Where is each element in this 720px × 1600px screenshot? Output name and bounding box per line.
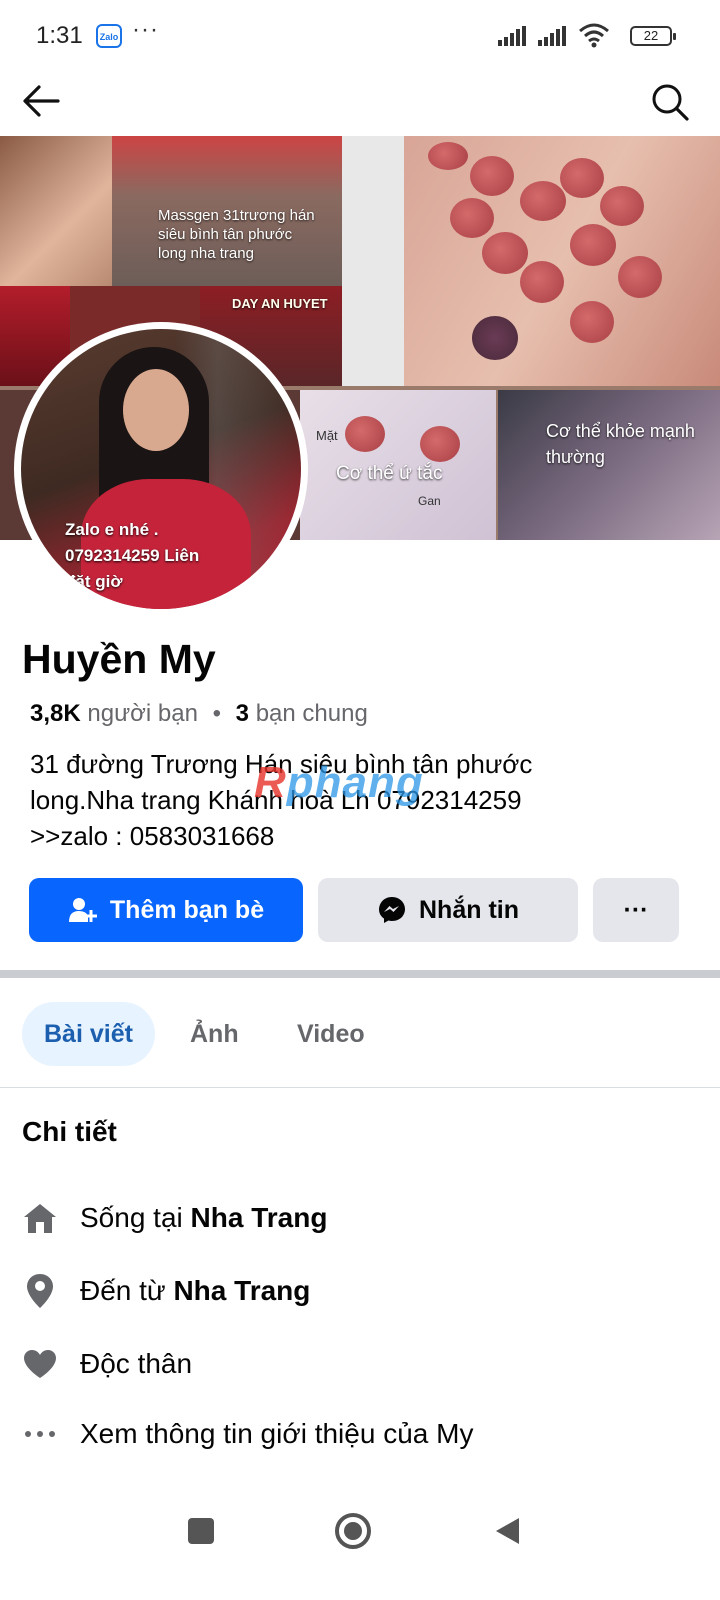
cover-spot (560, 158, 604, 198)
add-friend-button[interactable]: Thêm bạn bè (29, 878, 303, 942)
circle-home-icon (335, 1513, 371, 1549)
search-icon (652, 84, 689, 121)
status-time: 1:31 (36, 22, 83, 49)
cellular-signal-icon (498, 26, 526, 46)
detail-lives-in: Sống tại Nha Trang (0, 1190, 720, 1246)
details-title: Chi tiết (22, 1116, 117, 1147)
cover-spot (520, 261, 564, 303)
cover-caption: Gan (418, 494, 441, 508)
heart-icon (22, 1346, 58, 1382)
cover-tile (342, 136, 404, 386)
lives-place-link[interactable]: Nha Trang (191, 1202, 328, 1233)
message-label: Nhắn tin (419, 895, 519, 924)
detail-relationship: Độc thân (0, 1336, 720, 1392)
more-icon: ··· (623, 895, 649, 924)
watermark-logo: Rphang (254, 758, 424, 807)
location-pin-icon (22, 1273, 58, 1309)
lives-prefix: Sống tại (80, 1202, 183, 1233)
see-about-label: Xem thông tin giới thiệu của My (80, 1418, 474, 1449)
profile-name: Huyền My (22, 636, 216, 682)
cover-spot (345, 416, 385, 452)
cover-spot (428, 142, 468, 170)
cover-spot (600, 186, 644, 226)
zalo-notification-icon: Zalo (96, 24, 122, 48)
back-button[interactable] (18, 78, 72, 128)
tab-posts[interactable]: Bài viết (22, 1002, 155, 1066)
cover-caption: Cơ thể ứ tắc (336, 463, 443, 484)
cover-spot (420, 426, 460, 462)
cover-caption: Massgen 31trương hán siêu bình tân phước… (158, 207, 315, 262)
tab-photos[interactable]: Ảnh (190, 1002, 239, 1066)
home-button[interactable] (328, 1506, 378, 1556)
cover-spot (570, 301, 614, 343)
from-place-link[interactable]: Nha Trang (173, 1275, 310, 1306)
cover-spot (570, 224, 616, 266)
battery-icon: 22 (630, 26, 676, 46)
tab-video[interactable]: Video (297, 1002, 365, 1066)
cover-caption: Cơ thể khỏe mạnh thường (546, 421, 695, 467)
friends-summary[interactable]: 3,8K người bạn • 3 bạn chung (30, 700, 368, 728)
see-about-link[interactable]: Xem thông tin giới thiệu của My (0, 1406, 720, 1462)
status-bar: 1:31 Zalo ··· 22 (0, 0, 720, 72)
friends-count: 3,8K (30, 700, 81, 727)
tab-label: Bài viết (44, 1019, 133, 1048)
avatar-caption: Zalo e nhé . 0792314259 Liên đặt giờ (65, 520, 200, 591)
cover-spot (520, 181, 566, 221)
cover-spot (470, 156, 514, 196)
cellular-signal-2-icon (538, 26, 566, 46)
triangle-back-icon (496, 1518, 519, 1544)
cover-spot (450, 198, 494, 238)
cover-tile (0, 136, 112, 286)
more-dots-icon (22, 1416, 58, 1452)
top-bar (0, 72, 720, 136)
system-back-button[interactable] (482, 1506, 532, 1556)
avatar-face (123, 369, 189, 451)
friends-label: người bạn (87, 700, 198, 727)
square-icon (188, 1518, 214, 1544)
home-icon (22, 1200, 58, 1236)
more-options-button[interactable]: ··· (593, 878, 679, 942)
recent-apps-button[interactable] (176, 1506, 226, 1556)
from-prefix: Đến từ (80, 1275, 166, 1306)
avatar-photo: Zalo e nhé . 0792314259 Liên đặt giờ (21, 329, 301, 609)
more-notifications-icon: ··· (132, 16, 159, 43)
mutual-friends-count: 3 (235, 700, 250, 727)
profile-avatar[interactable]: Zalo e nhé . 0792314259 Liên đặt giờ (14, 322, 308, 616)
cover-spot (482, 232, 528, 274)
cover-caption: Mặt (316, 428, 338, 443)
system-nav-bar (0, 1490, 720, 1570)
tab-label: Video (297, 1019, 365, 1048)
add-friend-icon (68, 898, 97, 922)
cover-caption: DAY AN HUYET (232, 296, 328, 311)
search-button[interactable] (646, 78, 696, 128)
cover-spot (618, 256, 662, 298)
wifi-icon (579, 23, 609, 48)
message-button[interactable]: Nhắn tin (318, 878, 578, 942)
arrow-left-icon (23, 85, 60, 117)
separator-dot: • (212, 700, 221, 727)
relationship-status: Độc thân (80, 1348, 193, 1379)
add-friend-label: Thêm bạn bè (109, 895, 265, 924)
tabs-divider (0, 1087, 720, 1088)
section-divider (0, 970, 720, 978)
cover-spot (472, 316, 518, 360)
tab-label: Ảnh (190, 1019, 239, 1048)
messenger-icon (379, 897, 405, 923)
detail-from: Đến từ Nha Trang (0, 1263, 720, 1319)
mutual-friends-label: bạn chung (255, 700, 368, 727)
